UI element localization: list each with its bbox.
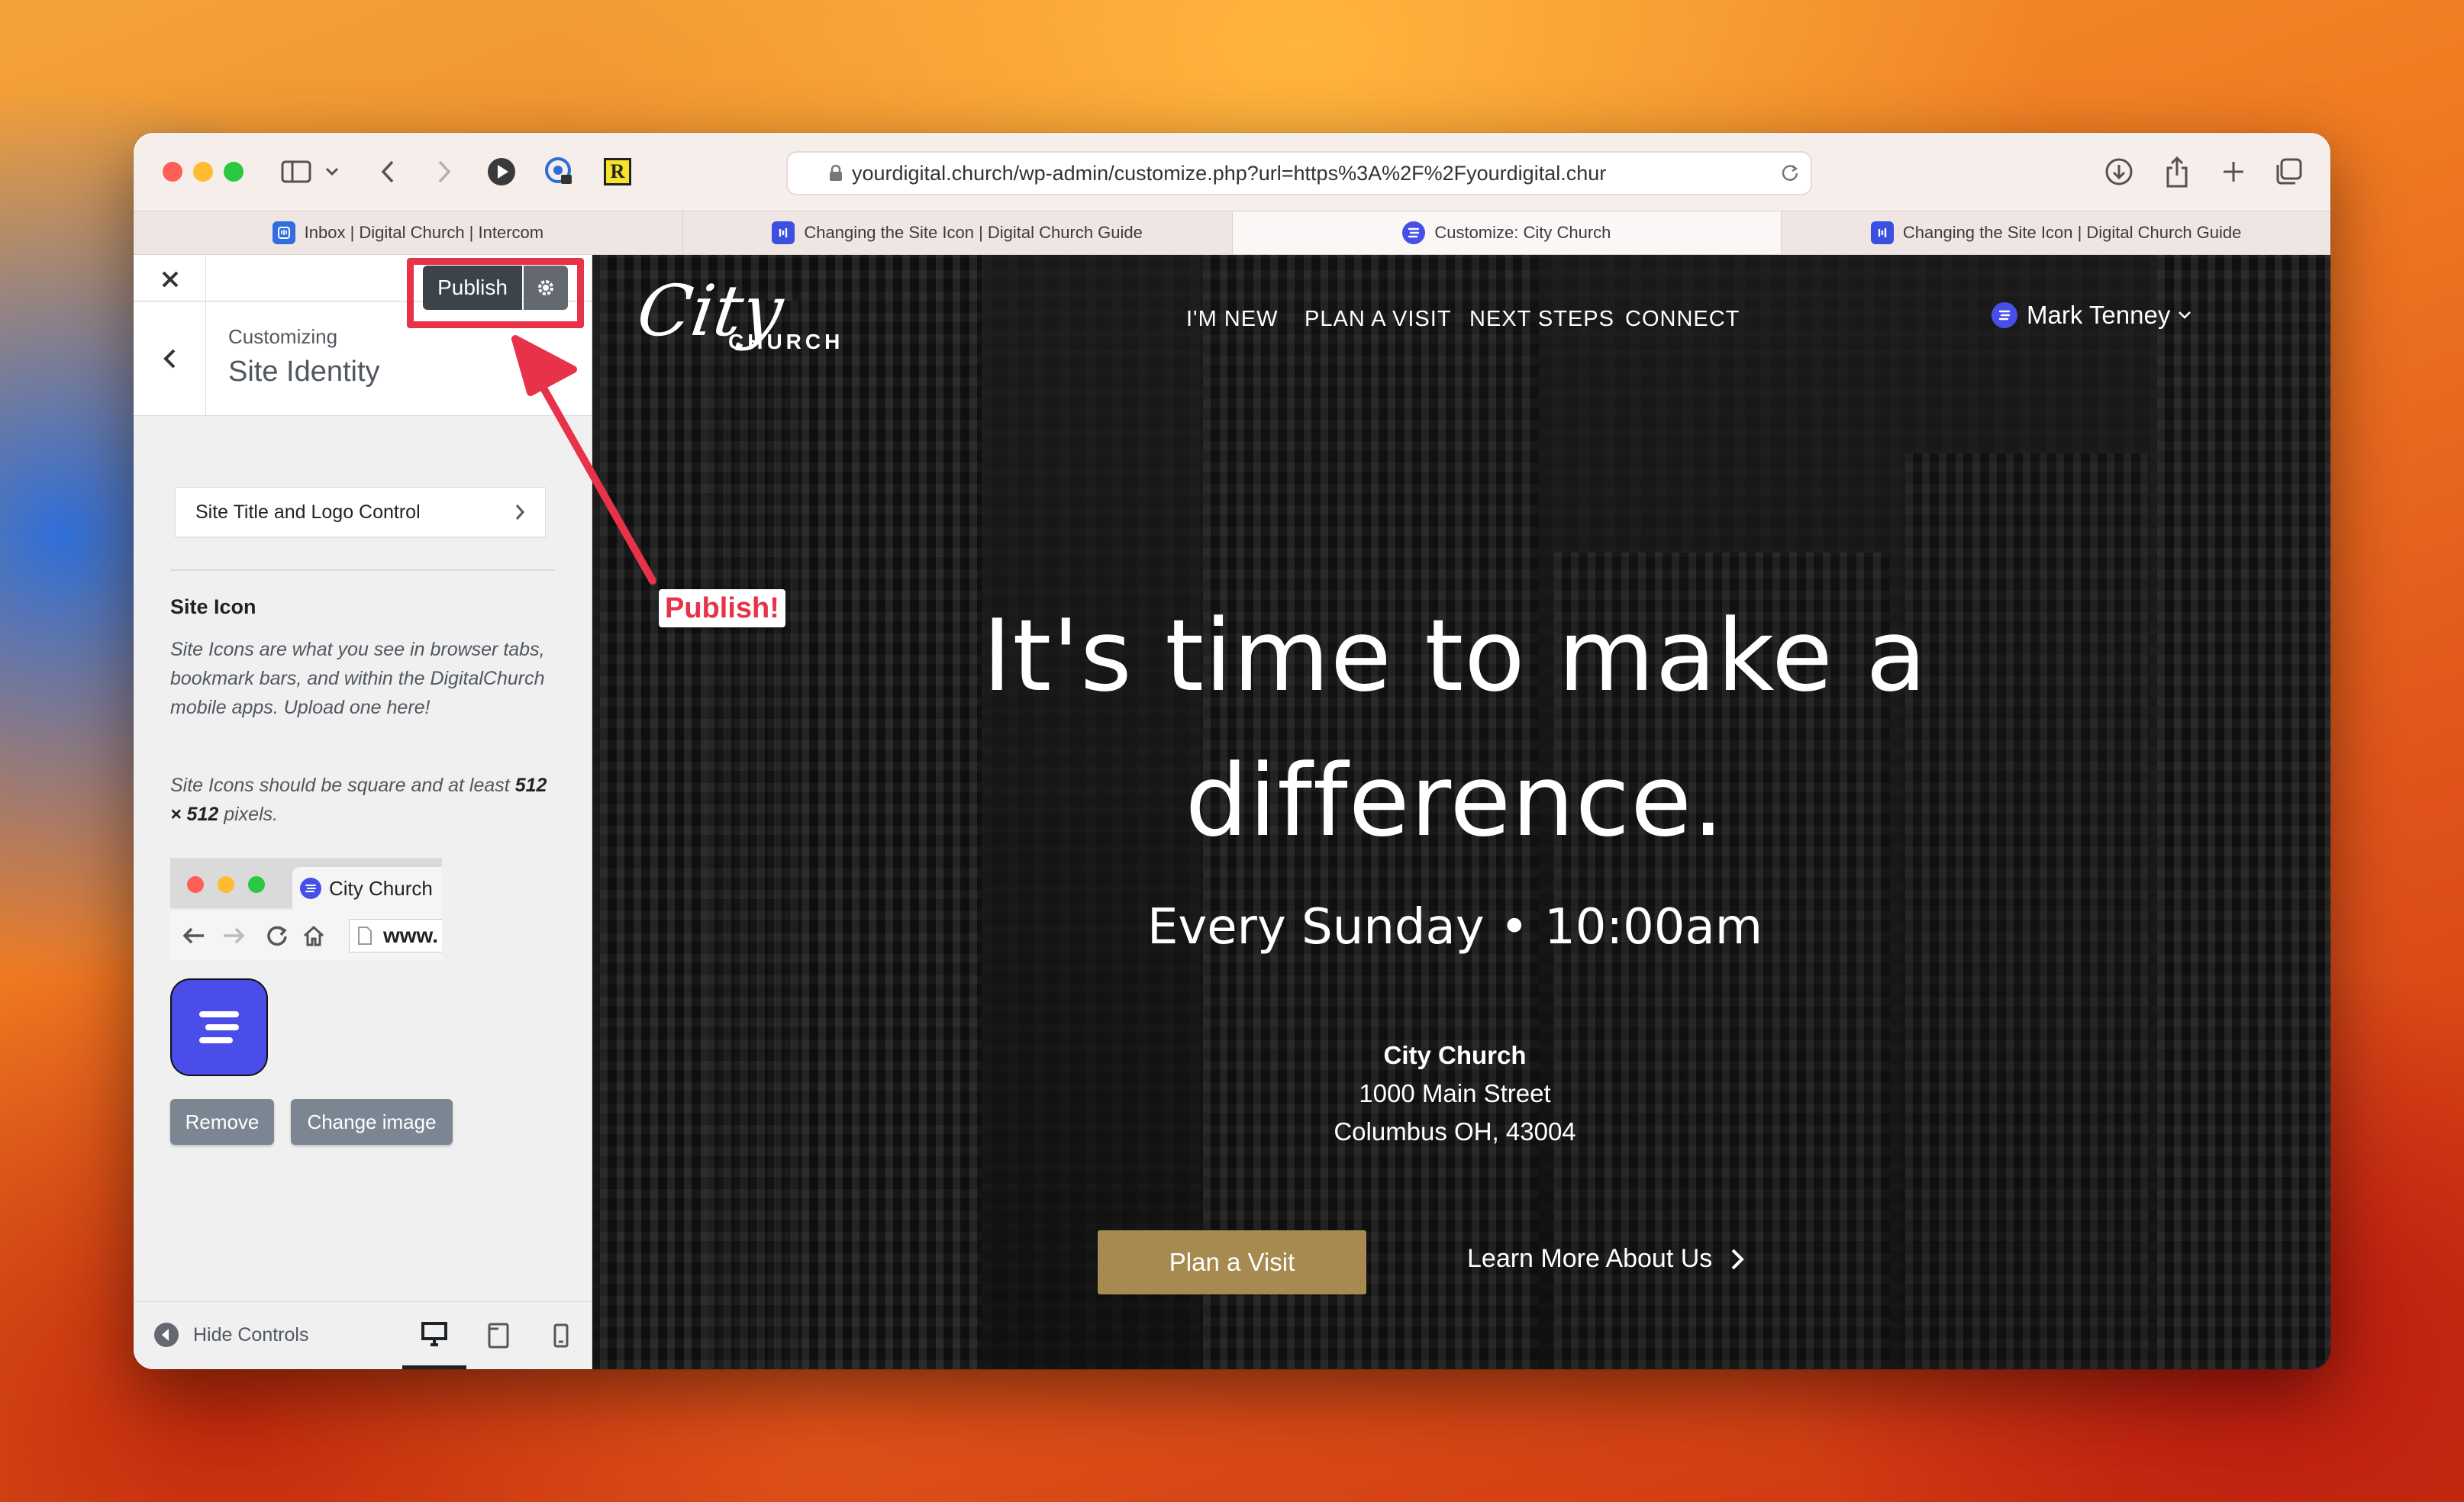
forward-arrow-icon[interactable]: [433, 153, 456, 191]
customizing-label: Customizing: [228, 325, 338, 348]
chevron-right-icon: [1731, 1249, 1745, 1269]
desktop-preview-button[interactable]: [402, 1302, 466, 1369]
back-button[interactable]: [134, 302, 206, 415]
share-icon[interactable]: [2159, 153, 2195, 191]
page-icon: [358, 927, 372, 945]
desktop-icon: [421, 1321, 447, 1346]
intercom-icon: [272, 221, 295, 244]
section-title: Site Identity: [228, 356, 380, 388]
tab-overview-icon[interactable]: [2271, 153, 2306, 191]
tab-guide-2[interactable]: Changing the Site Icon | Digital Church …: [1782, 211, 2330, 254]
mobile-preview-button[interactable]: [531, 1302, 592, 1369]
nav-next-steps[interactable]: NEXT STEPS: [1469, 307, 1614, 332]
learn-more-link[interactable]: Learn More About Us: [1467, 1244, 1745, 1274]
customizer-sidebar: Publish Customizing Site Identity Site T…: [134, 255, 592, 1369]
church-address: City Church 1000 Main Street Columbus OH…: [1334, 1041, 1576, 1146]
browser-window: R yourdigital.church/wp-admin/customize.…: [134, 133, 2330, 1369]
back-arrow-icon[interactable]: [376, 153, 399, 191]
tab-customize[interactable]: Customize: City Church: [1232, 211, 1782, 254]
topbar-divider: [205, 255, 206, 301]
site-icon-description: Site Icons are what you see in browser t…: [170, 639, 545, 718]
remove-button[interactable]: Remove: [170, 1099, 274, 1145]
nav-connect[interactable]: CONNECT: [1625, 307, 1740, 332]
hide-controls-button[interactable]: Hide Controls: [153, 1322, 308, 1348]
site-preview: City CHURCH I'M NEW PLAN A VISIT NEXT ST…: [592, 255, 2330, 1369]
chevron-down-icon: [2179, 311, 2191, 319]
address-bar[interactable]: yourdigital.church/wp-admin/customize.ph…: [786, 151, 1812, 195]
reload-icon: [267, 926, 287, 946]
site-icon-heading: Site Icon: [170, 595, 256, 618]
tablet-icon: [488, 1323, 509, 1349]
chevron-left-icon: [163, 349, 176, 369]
hero-headline: It's time to make a difference.: [982, 598, 1927, 859]
back-arrow-icon: [182, 927, 204, 944]
user-menu[interactable]: Mark Tenney: [1992, 301, 2191, 330]
browser-toolbar: R yourdigital.church/wp-admin/customize.…: [134, 133, 2330, 211]
tab-bar: Inbox | Digital Church | Intercom Changi…: [134, 211, 2330, 255]
guide-icon: [772, 221, 795, 244]
tab-intercom[interactable]: Inbox | Digital Church | Intercom: [134, 211, 683, 254]
site-icon-size-note: Site Icons should be square and at least…: [170, 775, 547, 825]
section-divider: [170, 569, 555, 571]
zoom-window-button[interactable]: [224, 162, 243, 182]
chevron-right-icon: [515, 504, 525, 520]
nav-plan-a-visit[interactable]: PLAN A VISIT: [1305, 307, 1452, 332]
change-image-button[interactable]: Change image: [291, 1099, 453, 1145]
password-extension-icon[interactable]: [543, 153, 576, 191]
play-extension-icon[interactable]: [485, 153, 518, 191]
url-text: yourdigital.church/wp-admin/customize.ph…: [852, 161, 1607, 185]
favicon-browser-preview: City Church www.: [170, 858, 442, 960]
r-extension-icon[interactable]: R: [601, 153, 634, 191]
customizer-footer: Hide Controls: [134, 1301, 592, 1369]
nav-im-new[interactable]: I'M NEW: [1186, 307, 1278, 332]
service-time: Every Sunday • 10:00am: [1147, 899, 1763, 956]
sidebar-toggle-icon[interactable]: [279, 153, 314, 191]
close-window-button[interactable]: [163, 162, 182, 182]
lock-icon: [829, 165, 843, 182]
city-church-icon: [1402, 221, 1426, 244]
publish-highlight-box: [407, 258, 584, 328]
guide-icon: [1870, 221, 1894, 244]
site-icon-image: [170, 978, 268, 1076]
close-customizer-icon[interactable]: [155, 264, 185, 295]
forward-arrow-icon: [224, 927, 245, 944]
new-tab-icon[interactable]: [2216, 153, 2251, 191]
customizer-topbar: Publish: [134, 255, 592, 328]
tablet-preview-button[interactable]: [466, 1302, 531, 1369]
plan-a-visit-button[interactable]: Plan a Visit: [1098, 1230, 1366, 1294]
collapse-arrow-icon: [154, 1323, 179, 1347]
site-title-logo-control[interactable]: Site Title and Logo Control: [175, 487, 546, 537]
reload-icon[interactable]: [1780, 163, 1800, 183]
city-church-icon: [1992, 302, 2017, 328]
publish-annotation-label: Publish!: [659, 589, 785, 627]
minimize-window-button[interactable]: [193, 162, 213, 182]
tab-guide-1[interactable]: Changing the Site Icon | Digital Church …: [683, 211, 1233, 254]
city-church-icon: [300, 878, 321, 899]
mobile-icon: [553, 1323, 569, 1348]
city-church-logo-icon: [199, 1011, 239, 1043]
home-icon: [303, 925, 324, 946]
download-icon[interactable]: [2101, 153, 2137, 191]
chevron-down-icon[interactable]: [323, 153, 341, 191]
